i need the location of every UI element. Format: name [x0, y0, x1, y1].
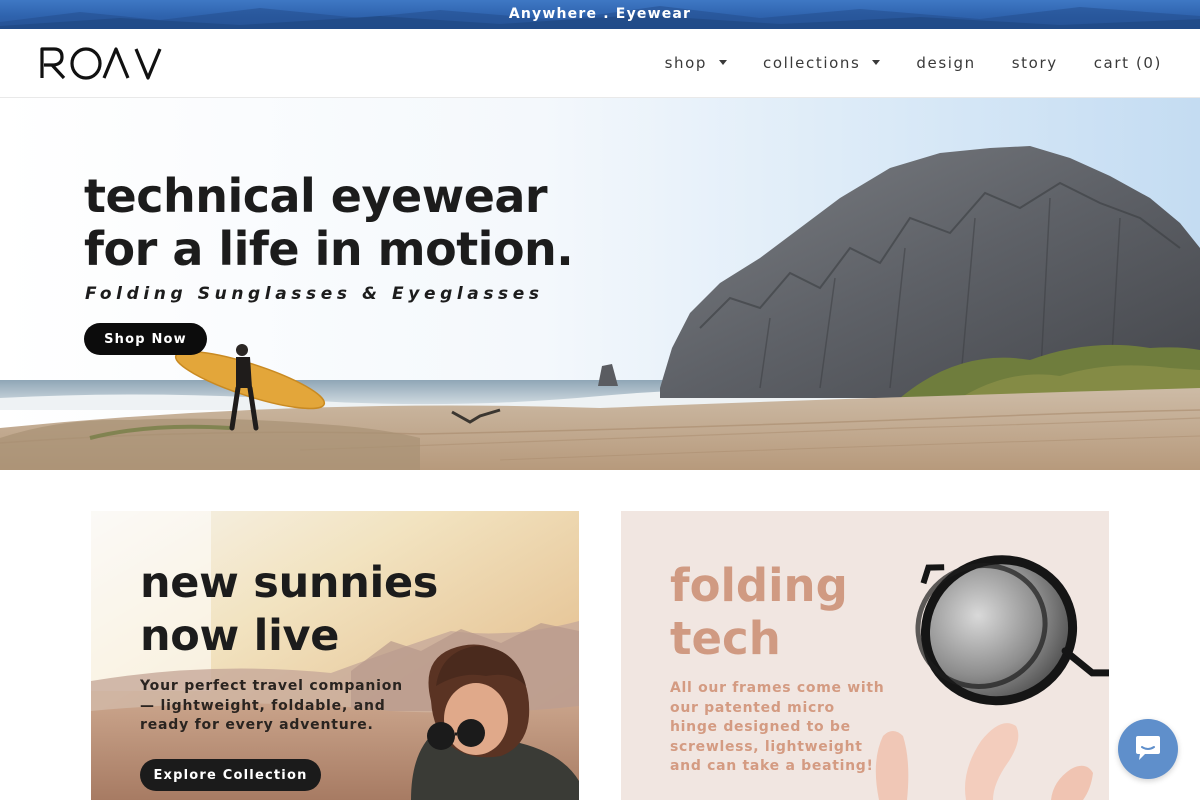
promo-folding-tech-title-line1: folding: [670, 559, 848, 612]
promo-folding-tech-title-line2: tech: [670, 612, 781, 665]
nav-collections-label: collections: [763, 54, 861, 72]
hero-title-line2: for a life in motion.: [84, 222, 574, 276]
promo-new-sunnies-title-line1: new sunnies: [140, 558, 439, 608]
hero-title: technical eyewear for a life in motion.: [84, 169, 574, 276]
promo-folding-tech[interactable]: folding tech All our frames come with ou…: [621, 511, 1109, 800]
chevron-down-icon: [719, 59, 727, 65]
promo-folding-tech-title: folding tech: [670, 559, 848, 665]
promo-folding-tech-description: All our frames come with our patented mi…: [670, 680, 885, 774]
chevron-down-icon: [872, 59, 881, 65]
promo-new-sunnies-title-line2: now live: [140, 611, 340, 661]
promo-new-sunnies-title: new sunnies now live: [140, 557, 438, 663]
hero-title-line1: technical eyewear: [84, 169, 548, 223]
explore-collection-button[interactable]: Explore Collection: [140, 759, 321, 791]
site-header: shop collections design story cart (0): [0, 29, 1200, 98]
nav-cart[interactable]: cart (0): [1094, 54, 1162, 72]
nav-story-label: story: [1011, 54, 1058, 72]
announcement-text[interactable]: Anywhere . Eyewear: [0, 0, 1200, 29]
main-nav: shop collections design story cart (0): [665, 29, 1162, 97]
nav-story[interactable]: story: [1012, 54, 1058, 72]
chat-widget-button[interactable]: [1118, 719, 1178, 779]
announcement-bar: Anywhere . Eyewear: [0, 0, 1200, 29]
nav-shop[interactable]: shop: [665, 54, 727, 72]
promo-new-sunnies[interactable]: new sunnies now live Your perfect travel…: [91, 511, 579, 800]
roav-logo-mark: [40, 47, 162, 80]
nav-shop-label: shop: [664, 54, 707, 72]
nav-design[interactable]: design: [916, 54, 975, 72]
shop-now-button[interactable]: Shop Now: [84, 323, 207, 355]
promo-new-sunnies-description: Your perfect travel companion — lightwei…: [140, 678, 403, 733]
roav-logo[interactable]: [40, 46, 162, 84]
hero-subtitle: Folding Sunglasses & Eyeglasses: [85, 284, 544, 304]
nav-design-label: design: [916, 54, 976, 72]
hero-banner: technical eyewear for a life in motion. …: [0, 98, 1200, 470]
nav-cart-label: cart (0): [1093, 54, 1162, 72]
chat-bubble-icon: [1136, 736, 1160, 760]
nav-collections[interactable]: collections: [763, 54, 881, 72]
